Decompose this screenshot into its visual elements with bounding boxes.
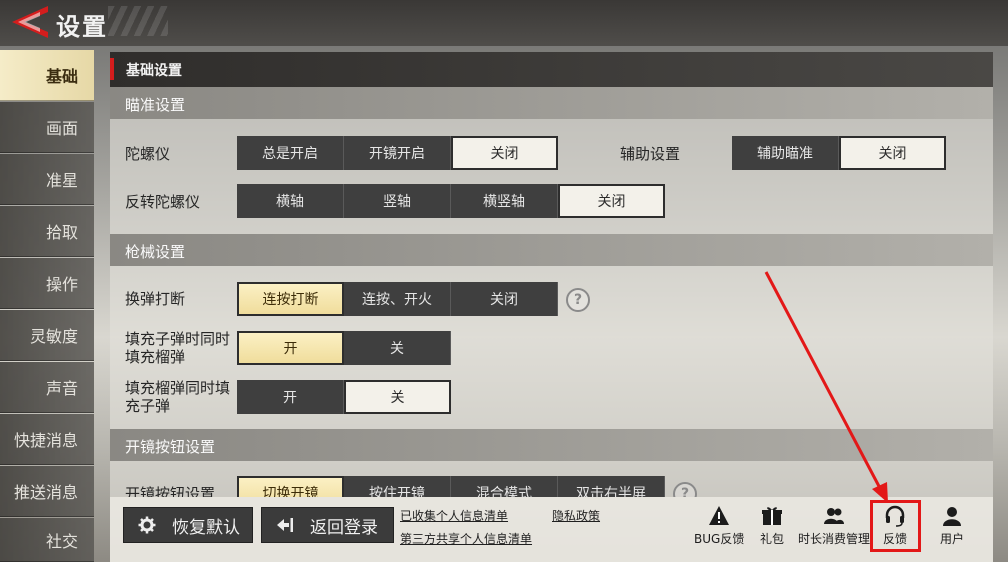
exit-arrow-icon (277, 518, 293, 532)
users-icon (824, 508, 844, 524)
accent-mark (110, 58, 114, 80)
main-section-header: 基础设置 (110, 52, 993, 87)
sidebar-item-social[interactable]: 社交 (0, 518, 94, 562)
fill-grenades-on[interactable]: 开 (237, 380, 344, 414)
assist-label: 辅助设置 (620, 145, 681, 163)
gear-icon (138, 516, 156, 534)
warning-icon (709, 506, 730, 525)
reload-interrupt-label: 换弹打断 (125, 290, 186, 308)
back-to-login-label: 返回登录 (310, 517, 378, 538)
restore-default-label: 恢复默认 (172, 517, 240, 538)
sidebar: 基础 画面 准星 拾取 操作 灵敏度 声音 快捷消息 推送消息 社交 (0, 50, 94, 562)
back-to-login-button[interactable]: 返回登录 (261, 507, 394, 543)
sidebar-item-quick-messages[interactable]: 快捷消息 (0, 414, 94, 465)
section-scope-header: 开镜按钮设置 (110, 429, 993, 461)
playtime-management-button[interactable]: 时长消费管理 (798, 505, 870, 547)
help-icon[interactable]: ? (673, 482, 697, 497)
sidebar-item-basic[interactable]: 基础 (0, 50, 94, 101)
main-header-title: 基础设置 (126, 63, 182, 79)
third-party-info-link[interactable]: 第三方共享个人信息清单 (400, 530, 532, 547)
scope-option-toggle[interactable]: 切换开镜 (237, 476, 344, 497)
sidebar-item-crosshair[interactable]: 准星 (0, 154, 94, 205)
assist-option-off[interactable]: 关闭 (839, 136, 946, 170)
gyro-segmented: 总是开启 开镜开启 关闭 (237, 136, 558, 170)
gift-pack-button[interactable]: 礼包 (760, 505, 784, 547)
gyro-option-always[interactable]: 总是开启 (237, 136, 344, 170)
feedback-highlight-box (870, 500, 921, 552)
section-aim-header: 瞄准设置 (110, 87, 993, 119)
gyro-option-off[interactable]: 关闭 (451, 136, 558, 170)
gyro-option-scope[interactable]: 开镜开启 (344, 136, 451, 170)
bug-feedback-button[interactable]: BUG反馈 (694, 505, 744, 547)
restore-default-button[interactable]: 恢复默认 (123, 507, 253, 543)
fill-bullets-label: 填充子弹时同时填充榴弹 (125, 330, 231, 366)
sidebar-item-pickup[interactable]: 拾取 (0, 206, 94, 257)
reload-option-off[interactable]: 关闭 (451, 282, 558, 316)
invert-option-horizontal[interactable]: 横轴 (237, 184, 344, 218)
scope-option-mixed[interactable]: 混合模式 (451, 476, 558, 497)
scope-button-label: 开镜按钮设置 (125, 485, 216, 497)
invert-option-vertical[interactable]: 竖轴 (344, 184, 451, 218)
privacy-policy-link[interactable]: 隐私政策 (552, 507, 600, 524)
user-icon (943, 507, 961, 526)
invert-option-both[interactable]: 横竖轴 (451, 184, 558, 218)
reload-option-tap[interactable]: 连按打断 (237, 282, 344, 316)
fill-bullets-off[interactable]: 关 (344, 331, 451, 365)
assist-option-aim[interactable]: 辅助瞄准 (732, 136, 839, 170)
fill-bullets-on[interactable]: 开 (237, 331, 344, 365)
sidebar-item-graphics[interactable]: 画面 (0, 102, 94, 153)
page-title: 设置 (56, 13, 108, 41)
sidebar-item-sensitivity[interactable]: 灵敏度 (0, 310, 94, 361)
sidebar-item-controls[interactable]: 操作 (0, 258, 94, 309)
scope-option-double-tap[interactable]: 双击右半屏 (558, 476, 665, 497)
back-arrow-icon (12, 6, 48, 38)
fill-grenades-label: 填充榴弹同时填充子弹 (125, 379, 231, 415)
back-button[interactable] (10, 4, 52, 40)
fill-bullets-segmented: 开 关 (237, 331, 451, 365)
sidebar-item-push-messages[interactable]: 推送消息 (0, 466, 94, 517)
gyro-label: 陀螺仪 (125, 145, 171, 163)
sidebar-item-sound[interactable]: 声音 (0, 362, 94, 413)
assist-segmented: 辅助瞄准 关闭 (732, 136, 946, 170)
collected-info-link[interactable]: 已收集个人信息清单 (400, 507, 508, 524)
gift-icon (762, 507, 782, 525)
fill-grenades-segmented: 开 关 (237, 380, 451, 414)
reload-interrupt-segmented: 连按打断 连按、开火 关闭 (237, 282, 558, 316)
settings-panel[interactable]: 瞄准设置 陀螺仪 总是开启 开镜开启 关闭 辅助设置 辅助瞄准 关闭 反转陀螺仪… (110, 87, 993, 497)
title-decoration (108, 6, 168, 36)
help-icon[interactable]: ? (566, 288, 590, 312)
invert-gyro-segmented: 横轴 竖轴 横竖轴 关闭 (237, 184, 665, 218)
section-gun-header: 枪械设置 (110, 234, 993, 266)
top-header: 设置 (0, 0, 1008, 46)
user-button[interactable]: 用户 (940, 505, 964, 547)
bottom-bar: 恢复默认 返回登录 已收集个人信息清单 隐私政策 第三方共享个人信息清单 BUG… (110, 497, 993, 562)
scope-option-hold[interactable]: 按住开镜 (344, 476, 451, 497)
invert-option-off[interactable]: 关闭 (558, 184, 665, 218)
fill-grenades-off[interactable]: 关 (344, 380, 451, 414)
reload-option-tap-fire[interactable]: 连按、开火 (344, 282, 451, 316)
invert-gyro-label: 反转陀螺仪 (125, 193, 201, 211)
scope-button-segmented: 切换开镜 按住开镜 混合模式 双击右半屏 (237, 476, 665, 497)
